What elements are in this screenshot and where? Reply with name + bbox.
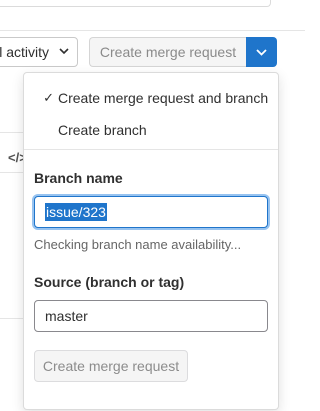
option-label: Create branch [58,122,147,138]
branch-name-input[interactable]: issue/323 [34,196,268,228]
background-divider [0,172,24,173]
source-label: Source (branch or tag) [34,274,185,290]
background-divider [0,318,24,319]
activity-filter-dropdown[interactable]: ll activity [0,37,78,67]
chevron-down-icon [256,43,267,61]
create-merge-request-button[interactable]: Create merge request [89,37,246,67]
submit-create-merge-request-button[interactable]: Create merge request [34,350,188,382]
activity-filter-label: ll activity [0,44,49,60]
branch-availability-hint: Checking branch name availability... [34,237,242,252]
option-create-mr-and-branch[interactable]: ✓ Create merge request and branch [24,83,278,113]
option-label: Create merge request and branch [58,90,269,106]
check-icon: ✓ [43,90,54,105]
page-header-border [0,0,271,7]
merge-request-split-button: Create merge request [89,37,277,67]
option-create-branch[interactable]: Create branch [24,115,278,145]
source-value: master [45,308,88,324]
source-input[interactable]: master [34,300,268,332]
background-divider [0,132,24,133]
dropdown-divider [24,149,278,150]
header-divider [0,30,305,31]
chevron-down-icon [59,47,69,58]
create-merge-request-dropdown: ✓ Create merge request and branch Create… [23,72,279,410]
branch-name-value: issue/323 [45,203,107,221]
merge-request-dropdown-toggle[interactable] [246,37,277,67]
branch-name-label: Branch name [34,170,123,186]
